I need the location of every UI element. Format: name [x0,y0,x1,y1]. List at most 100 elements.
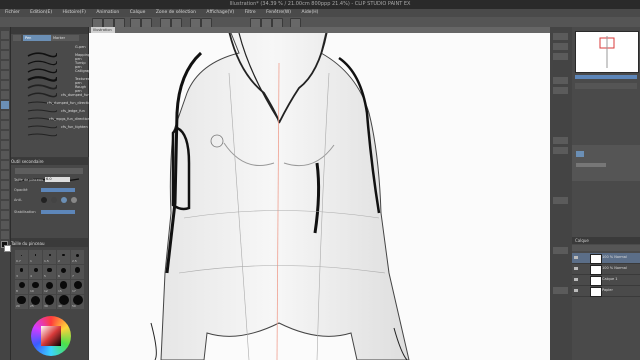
list-item[interactable]: cfs_jedge_fun [27,107,87,121]
brush-size-preset[interactable]: 17 [71,280,84,294]
balloon-icon[interactable] [1,231,9,239]
move-tool-icon[interactable] [1,41,9,49]
list-item[interactable]: G-pen [27,43,87,58]
menu-edit[interactable]: Edition(E) [30,10,52,15]
list-item[interactable]: Mapping pen [27,51,90,66]
eye-icon[interactable] [574,256,578,259]
eye-icon[interactable] [574,278,578,281]
drawing-canvas[interactable] [89,33,550,360]
brush-size-preset[interactable]: 30 [43,295,56,309]
menu-layer[interactable]: Calque [130,10,146,15]
antialias-weak-icon[interactable] [51,197,57,203]
menu-view[interactable]: Affichage(V) [206,10,234,15]
frame-icon[interactable] [1,201,9,209]
tone-icon[interactable] [553,197,568,204]
menu-help[interactable]: Aide(H) [302,10,319,15]
list-item[interactable]: cfs_mpgs_fun_directional [27,115,93,129]
color-square[interactable] [41,326,61,346]
list-item[interactable]: Calligraphy [27,67,95,82]
list-item[interactable]: cfs_dumped_fun_directional [27,99,96,113]
gradient-icon[interactable] [1,181,9,189]
material-icon[interactable] [553,77,568,84]
menu-filter[interactable]: Filtre [245,10,256,15]
tab-marker[interactable]: Marker [51,35,79,41]
brush-size-preset[interactable]: 6 [57,265,70,279]
operation-tool-icon[interactable] [1,51,9,59]
menu-selection[interactable]: Zone de sélection [156,10,196,15]
brush-size-preset[interactable]: 2 [57,250,70,264]
antialias-medium-icon[interactable] [61,197,67,203]
menu-window[interactable]: Fenêtre(W) [266,10,291,15]
brush-size-preset[interactable]: 7 [71,265,84,279]
auto-select-icon[interactable] [1,81,9,89]
menu-file[interactable]: Fichier [5,10,20,15]
layer-move-icon[interactable] [1,61,9,69]
blend-icon[interactable] [1,161,9,169]
brush-size-preset[interactable]: 12 [43,280,56,294]
list-item[interactable]: cfs_fun_tighten [27,123,88,137]
navigator-icon[interactable] [553,33,568,40]
eye-icon[interactable] [574,267,578,270]
eye-icon[interactable] [574,289,578,292]
sub-view-icon[interactable] [553,43,568,50]
figure-icon[interactable] [1,191,9,199]
color-wheel[interactable] [31,316,71,356]
layer-row[interactable]: 100 % Normal [572,253,640,264]
layer-row[interactable]: Papier [572,286,640,297]
brush-tool-icon[interactable] [1,121,9,129]
size-label: 10 [30,289,34,293]
brush-size-preset[interactable]: 50 [71,295,84,309]
brush-size-preset[interactable]: 3 [15,265,28,279]
layer-property-icon[interactable] [553,137,568,144]
antialias-strong-icon[interactable] [71,197,77,203]
brush-size-preset[interactable]: 20 [15,295,28,309]
layer-icon[interactable] [553,247,568,254]
brush-size-preset[interactable]: 15 [57,280,70,294]
list-item[interactable]: cfs_dumped_fun [27,91,90,105]
antialias-none-icon[interactable] [41,197,47,203]
stabilization-slider[interactable] [41,210,75,214]
zoom-tool-icon[interactable] [1,31,9,39]
pencil-tool-icon[interactable] [1,111,9,119]
border-effect-icon[interactable] [576,151,584,157]
text-tool-icon[interactable] [1,221,9,229]
layer-row[interactable]: Calque 1 [572,275,640,286]
brush-size-preset[interactable]: 2.5 [71,250,84,264]
brush-size-preset[interactable]: 0.7 [15,250,28,264]
search-layer-icon[interactable] [553,147,568,154]
brush-size-preset[interactable]: 1.5 [43,250,56,264]
expression-color-select[interactable] [576,163,606,167]
timeline-icon[interactable] [553,287,568,294]
list-item[interactable]: Turnip pen [27,59,87,74]
brush-size-preset[interactable]: 8 [15,280,28,294]
opacity-slider[interactable] [41,188,75,192]
eraser-icon[interactable] [1,151,9,159]
brush-size-preset[interactable]: 10 [29,280,42,294]
info-icon[interactable] [553,53,568,60]
layer-row[interactable]: 100 % Normal [572,264,640,275]
list-item[interactable]: Rough pen [27,83,87,98]
pen-tool-icon[interactable] [1,101,9,109]
tab-pen[interactable]: Pen [23,35,51,41]
zoom-slider[interactable] [575,75,637,79]
fill-tool-icon[interactable] [1,171,9,179]
ruler-tool-icon[interactable] [1,211,9,219]
brush-size-preset[interactable]: 1 [29,250,42,264]
brush-size-preset[interactable]: 5 [43,265,56,279]
brush-size-field[interactable]: 6.0 [45,177,70,182]
tool-property-panel: Outil secondaire Taille de pinceau 6.0 O… [11,158,88,238]
menu-animation[interactable]: Animation [96,10,119,15]
eyedropper-icon[interactable] [1,91,9,99]
pen-group-icon[interactable] [13,35,21,41]
brush-size-preset[interactable]: 25 [29,295,42,309]
airbrush-icon[interactable] [1,131,9,139]
brush-size-preset[interactable]: 40 [57,295,70,309]
selection-tool-icon[interactable] [1,71,9,79]
navigator-preview[interactable] [575,31,639,73]
brush-size-preset[interactable]: 4 [29,265,42,279]
menu-story[interactable]: Histoire(F) [63,10,86,15]
decoration-icon[interactable] [1,141,9,149]
sub-color-swatch[interactable] [4,245,11,252]
list-item[interactable]: Textured pen [27,75,90,90]
history-icon[interactable] [553,87,568,94]
